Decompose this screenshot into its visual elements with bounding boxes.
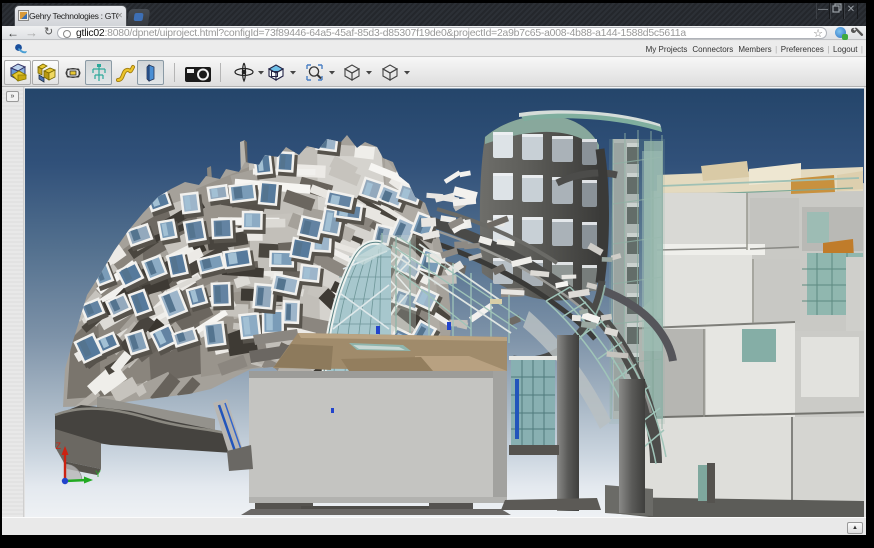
svg-text:Z: Z	[56, 441, 62, 451]
svg-text:Y: Y	[95, 469, 101, 479]
